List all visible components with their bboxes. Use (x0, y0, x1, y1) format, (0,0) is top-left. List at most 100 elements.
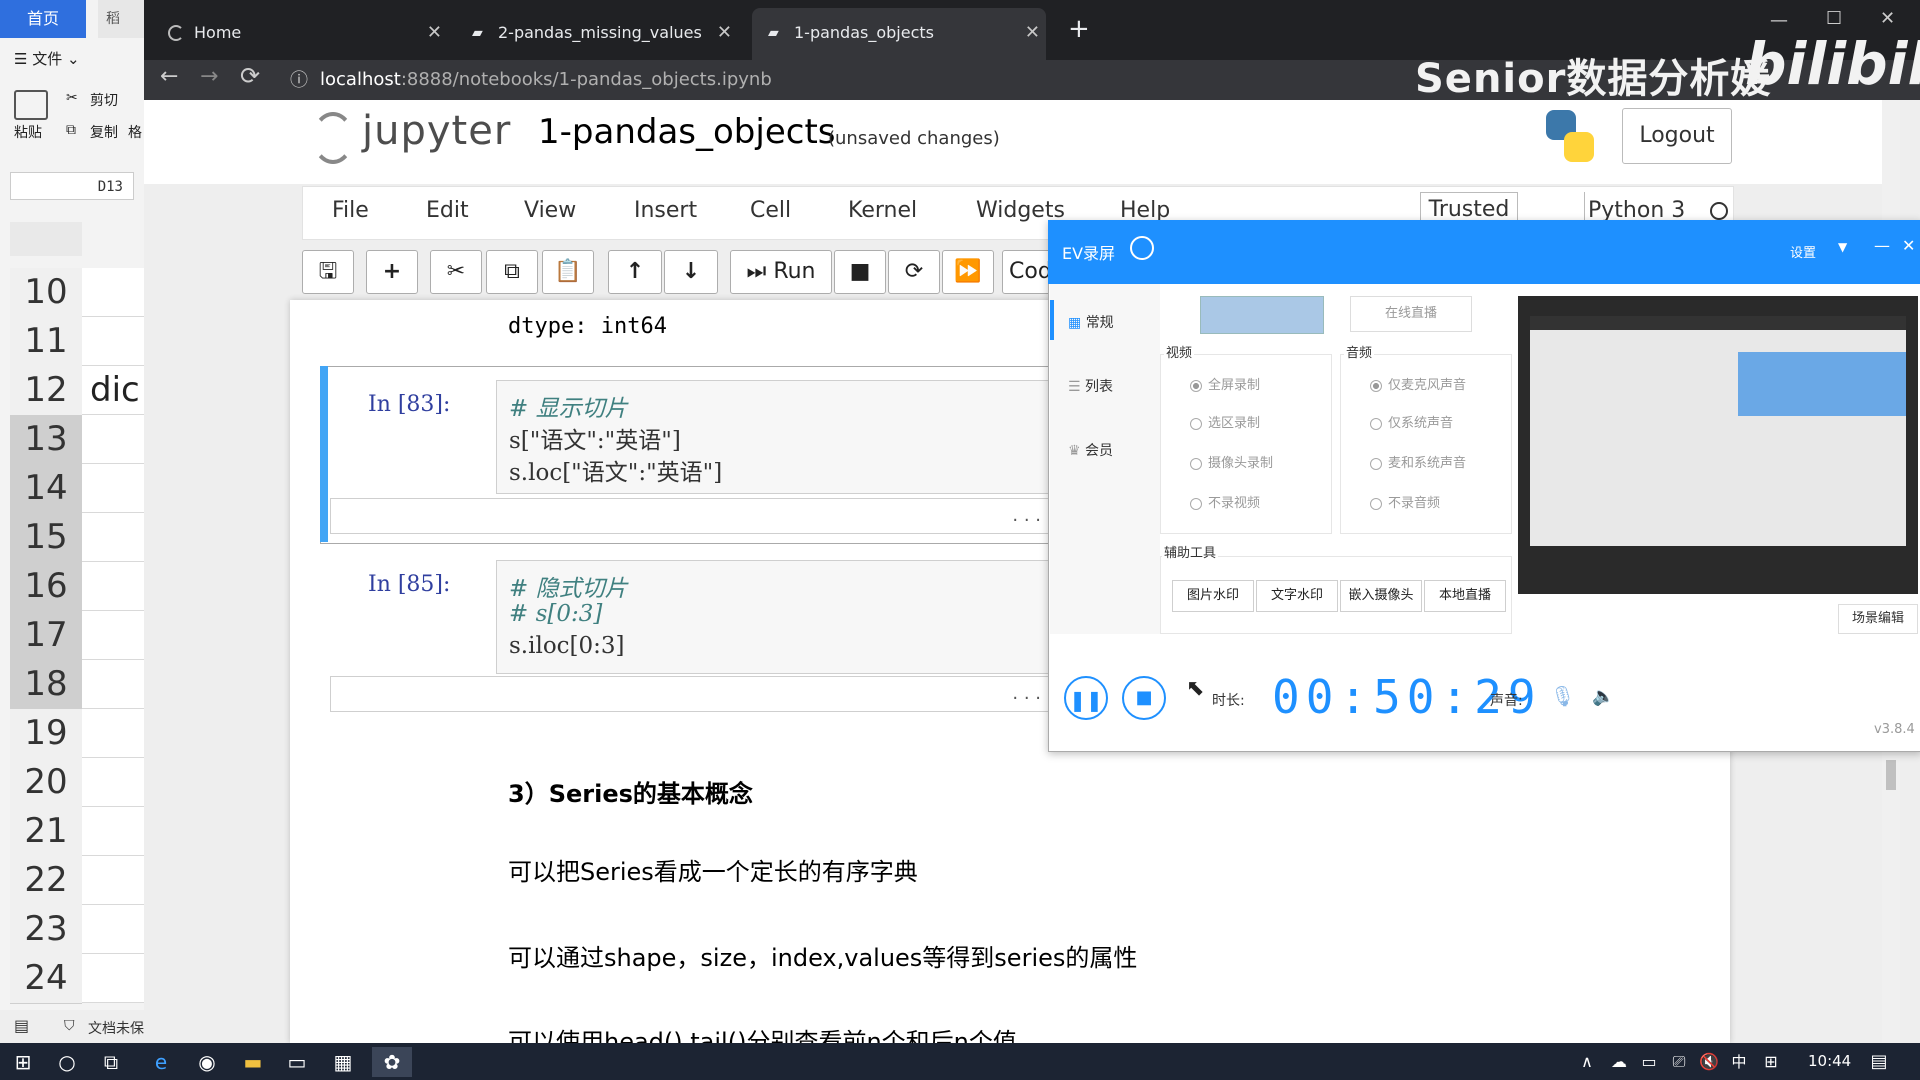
record-mode-button[interactable] (1200, 296, 1324, 334)
move-down-icon[interactable]: ↓ (664, 250, 718, 294)
cell[interactable] (82, 758, 144, 807)
ime-indicator[interactable]: 中 (1724, 1047, 1754, 1077)
back-icon[interactable]: ← (160, 64, 178, 89)
menu-insert[interactable]: Insert (634, 198, 697, 223)
sidebar-item-list[interactable]: ☰ 列表 (1068, 376, 1113, 396)
close-icon[interactable]: ✕ (717, 8, 732, 58)
row-header[interactable]: 24 (10, 954, 82, 1004)
app-icon[interactable]: ▦ (328, 1047, 358, 1077)
pause-icon[interactable]: ❚❚ (1064, 676, 1108, 720)
format-button[interactable]: 格 (128, 122, 142, 142)
recorder-taskbar-icon[interactable]: ✿ (372, 1047, 412, 1077)
video-option-region[interactable]: 选区录制 (1190, 412, 1260, 431)
row-header[interactable]: 16 (10, 562, 82, 612)
cell[interactable] (82, 954, 144, 1003)
row-header[interactable]: 17 (10, 611, 82, 661)
cut-cell-icon[interactable]: ✂ (430, 250, 482, 294)
logout-button[interactable]: Logout (1622, 108, 1732, 164)
cell[interactable] (82, 317, 144, 366)
paste-cell-icon[interactable]: 📋 (542, 250, 594, 294)
text-watermark-button[interactable]: 文字水印 (1256, 580, 1338, 612)
settings-link[interactable]: 设置 (1790, 242, 1816, 261)
embed-camera-button[interactable]: 嵌入摄像头 (1340, 580, 1422, 612)
audio-option-system[interactable]: 仅系统声音 (1370, 412, 1453, 431)
run-button[interactable]: ⏭ Run (730, 250, 832, 294)
dropdown-icon[interactable]: ▼ (1838, 240, 1847, 254)
scrollbar-thumb[interactable] (1886, 760, 1896, 790)
tray-expand-icon[interactable]: ∧ (1572, 1047, 1602, 1077)
scene-edit-button[interactable]: 场景编辑 (1838, 604, 1918, 634)
menu-view[interactable]: View (524, 198, 576, 223)
cell[interactable]: dic (82, 366, 144, 415)
close-icon[interactable]: ✕ (1902, 236, 1915, 255)
code-editor[interactable]: # 显示切片 s["语文":"英语"] s.loc["语文":"英语"] (496, 380, 1056, 494)
collapsed-output[interactable]: . . . (330, 676, 1056, 712)
cell[interactable] (82, 807, 144, 856)
window-close-icon[interactable]: ✕ (1880, 8, 1895, 29)
cell-type-select[interactable]: Cod (1002, 250, 1052, 294)
cell[interactable] (82, 905, 144, 954)
menu-file[interactable]: File (332, 198, 369, 223)
speaker-icon[interactable]: 🔈 (1592, 686, 1614, 707)
browser-icon[interactable]: ◉ (192, 1047, 222, 1077)
audio-option-both[interactable]: 麦和系统声音 (1370, 452, 1466, 471)
row-header[interactable]: 13 (10, 415, 82, 465)
cell[interactable] (82, 660, 144, 709)
tab-doc[interactable]: 稻 (98, 0, 144, 38)
cell[interactable] (82, 856, 144, 905)
windows-start-icon[interactable]: ⊞ (8, 1047, 38, 1077)
cut-button[interactable]: 剪切 (90, 90, 118, 110)
row-header[interactable]: 15 (10, 513, 82, 563)
stop-icon[interactable]: ■ (834, 250, 886, 294)
close-icon[interactable]: ✕ (1025, 8, 1040, 58)
tab-missing-values[interactable]: ▰ 2-pandas_missing_values ✕ (456, 8, 738, 60)
cell[interactable] (82, 611, 144, 660)
reload-icon[interactable]: ⟳ (240, 62, 260, 90)
video-option-fullscreen[interactable]: 全屏录制 (1190, 374, 1260, 393)
code-editor[interactable]: # 隐式切片 # s[0:3] s.iloc[0:3] (496, 560, 1056, 674)
video-option-camera[interactable]: 摄像头录制 (1190, 452, 1273, 471)
menu-cell[interactable]: Cell (750, 198, 791, 223)
move-up-icon[interactable]: ↑ (608, 250, 662, 294)
taskbar-clock[interactable]: 10:44 (1808, 1052, 1851, 1070)
collapsed-output[interactable]: . . . (330, 498, 1056, 534)
add-cell-icon[interactable]: + (366, 250, 418, 294)
cell[interactable] (82, 268, 144, 317)
cell[interactable] (82, 562, 144, 611)
local-live-button[interactable]: 本地直播 (1424, 580, 1506, 612)
user-icon[interactable] (1130, 236, 1154, 260)
menu-kernel[interactable]: Kernel (848, 198, 917, 223)
maximize-icon[interactable]: ☐ (1826, 8, 1842, 29)
image-watermark-button[interactable]: 图片水印 (1172, 580, 1254, 612)
restart-icon[interactable]: ⟳ (888, 250, 940, 294)
edge-icon[interactable]: e (146, 1047, 176, 1077)
file-menu[interactable]: ☰ 文件 ⌄ (14, 48, 80, 69)
select-all-corner[interactable] (10, 222, 82, 256)
volume-icon[interactable]: 🔇 (1694, 1047, 1724, 1077)
tray-app-icon[interactable]: ☁ (1604, 1047, 1634, 1077)
row-header[interactable]: 18 (10, 660, 82, 710)
cell[interactable] (82, 415, 144, 464)
jupyter-logo-text[interactable]: jupyter (362, 108, 511, 154)
ime-grid-icon[interactable]: ⊞ (1756, 1047, 1786, 1077)
cell-name-box[interactable]: D13 (10, 172, 134, 200)
audio-option-mic[interactable]: 仅麦克风声音 (1370, 374, 1466, 393)
microphone-icon[interactable]: 🎙 (1550, 684, 1575, 708)
live-stream-button[interactable]: 在线直播 (1350, 296, 1472, 332)
tab-home-page[interactable]: Home ✕ (152, 8, 448, 60)
info-icon[interactable]: ⓘ (290, 66, 308, 92)
row-header[interactable]: 21 (10, 807, 82, 857)
tab-pandas-objects[interactable]: ▰ 1-pandas_objects ✕ (752, 8, 1046, 60)
cut-icon[interactable]: ✂ (66, 90, 78, 106)
stop-icon[interactable]: ■ (1122, 676, 1166, 720)
fast-forward-icon[interactable]: ⏩ (942, 250, 994, 294)
menu-edit[interactable]: Edit (426, 198, 469, 223)
paste-button[interactable]: 粘贴 (14, 122, 42, 142)
address-input[interactable]: localhost:8888/notebooks/1-pandas_object… (320, 64, 772, 96)
forward-icon[interactable]: → (200, 64, 218, 89)
copy-icon[interactable]: ⧉ (66, 122, 76, 138)
file-explorer-icon[interactable]: ▬ (238, 1047, 268, 1077)
minimize-icon[interactable]: — (1770, 10, 1788, 31)
tab-home[interactable]: 首页 (0, 0, 86, 38)
copy-button[interactable]: 复制 (90, 122, 118, 142)
